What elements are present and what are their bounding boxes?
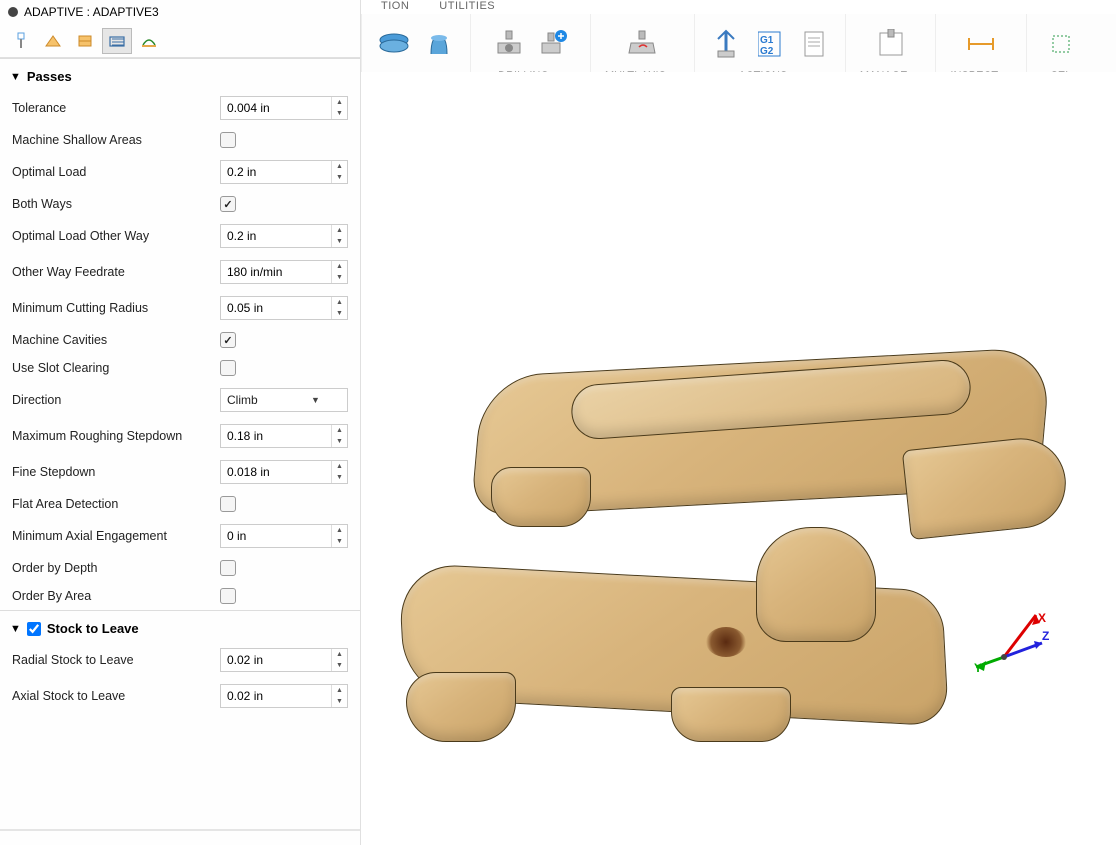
axial-stock-input[interactable]: ▲▼	[220, 684, 348, 708]
radial-stock-label: Radial Stock to Leave	[12, 653, 220, 667]
other-way-feedrate-label: Other Way Feedrate	[12, 265, 220, 279]
svg-text:G1: G1	[760, 35, 774, 46]
max-rough-stepdown-label: Maximum Roughing Stepdown	[12, 429, 220, 443]
contour-tool-icon[interactable]	[421, 27, 455, 61]
tab-geometry[interactable]	[38, 28, 68, 54]
order-by-area-checkbox[interactable]	[220, 588, 236, 604]
axis-z-label: Z	[1042, 629, 1049, 643]
tab-heights[interactable]	[70, 28, 100, 54]
machine-cavities-checkbox[interactable]	[220, 332, 236, 348]
order-by-depth-checkbox[interactable]	[220, 560, 236, 576]
ribbon-tabs: TION UTILITIES	[361, 0, 515, 12]
tolerance-input[interactable]: ▲▼	[220, 96, 348, 120]
section-passes-header[interactable]: ▼ Passes	[0, 58, 360, 90]
max-rough-stepdown-input[interactable]: ▲▼	[220, 424, 348, 448]
flat-area-detection-label: Flat Area Detection	[12, 497, 220, 511]
optimal-load-label: Optimal Load	[12, 165, 220, 179]
axial-stock-label: Axial Stock to Leave	[12, 689, 220, 703]
direction-label: Direction	[12, 393, 220, 407]
select-icon[interactable]	[1044, 27, 1078, 61]
multi-axis-icon[interactable]	[625, 27, 659, 61]
drilling-plus-icon[interactable]	[536, 27, 570, 61]
minimize-icon[interactable]	[8, 7, 18, 17]
model-foot-upper-left	[491, 467, 591, 527]
model-head-lower	[756, 527, 876, 642]
min-cutting-radius-label: Minimum Cutting Radius	[12, 301, 220, 315]
min-axial-engagement-label: Minimum Axial Engagement	[12, 529, 220, 543]
both-ways-label: Both Ways	[12, 197, 220, 211]
panel-tabs	[0, 24, 360, 58]
svg-text:G2: G2	[760, 46, 774, 57]
axis-gizmo[interactable]: X Y Z	[976, 605, 1056, 685]
tab-tool[interactable]	[6, 28, 36, 54]
use-slot-clearing-checkbox[interactable]	[220, 360, 236, 376]
surface-tool-icon[interactable]	[377, 27, 411, 61]
chevron-down-icon: ▼	[284, 395, 347, 405]
machine-shallow-checkbox[interactable]	[220, 132, 236, 148]
wood-knot	[706, 627, 746, 657]
flat-area-detection-checkbox[interactable]	[220, 496, 236, 512]
machine-cavities-label: Machine Cavities	[12, 333, 220, 347]
model-foot-upper-right	[902, 434, 1071, 540]
viewport-canvas[interactable]: X Y Z	[361, 72, 1116, 845]
machine-shallow-label: Machine Shallow Areas	[12, 133, 220, 147]
tab-passes[interactable]	[102, 28, 132, 54]
nc-code-icon[interactable]: G1G2	[753, 27, 787, 61]
axis-y-label: Y	[974, 661, 982, 675]
operation-panel: ADAPTIVE : ADAPTIVE3 ▼ Passes Tolerance …	[0, 0, 361, 845]
stock-to-leave-checkbox[interactable]	[27, 622, 41, 636]
order-by-depth-label: Order by Depth	[12, 561, 220, 575]
chevron-down-icon: ▼	[10, 623, 21, 635]
radial-stock-input[interactable]: ▲▼	[220, 648, 348, 672]
setup-sheet-icon[interactable]	[797, 27, 831, 61]
ribbon-tab[interactable]: TION	[381, 0, 409, 12]
min-cutting-radius-input[interactable]: ▲▼	[220, 296, 348, 320]
panel-title-row: ADAPTIVE : ADAPTIVE3	[0, 0, 360, 24]
fine-stepdown-label: Fine Stepdown	[12, 465, 220, 479]
model-foot-lower-right	[671, 687, 791, 742]
section-stock-header[interactable]: ▼ Stock to Leave	[0, 610, 360, 642]
generate-icon[interactable]	[709, 27, 743, 61]
ribbon-tab[interactable]: UTILITIES	[439, 0, 495, 12]
model-foot-lower-left	[406, 672, 516, 742]
fine-stepdown-input[interactable]: ▲▼	[220, 460, 348, 484]
both-ways-checkbox[interactable]	[220, 196, 236, 212]
order-by-area-label: Order By Area	[12, 589, 220, 603]
measure-icon[interactable]	[964, 27, 998, 61]
use-slot-clearing-label: Use Slot Clearing	[12, 361, 220, 375]
section-title: Passes	[27, 69, 72, 84]
min-axial-engagement-input[interactable]: ▲▼	[220, 524, 348, 548]
tab-linking[interactable]	[134, 28, 164, 54]
optimal-load-other-input[interactable]: ▲▼	[220, 224, 348, 248]
panel-footer-divider	[0, 829, 360, 831]
other-way-feedrate-input[interactable]: ▲▼	[220, 260, 348, 284]
section-title: Stock to Leave	[47, 621, 139, 636]
chevron-down-icon: ▼	[10, 71, 21, 83]
direction-select[interactable]: Climb▼	[220, 388, 348, 412]
axis-x-label: X	[1038, 611, 1046, 625]
optimal-load-other-label: Optimal Load Other Way	[12, 229, 220, 243]
manage-icon[interactable]	[874, 27, 908, 61]
panel-title: ADAPTIVE : ADAPTIVE3	[24, 5, 159, 19]
optimal-load-input[interactable]: ▲▼	[220, 160, 348, 184]
drilling-icon[interactable]	[492, 27, 526, 61]
tolerance-label: Tolerance	[12, 101, 220, 115]
